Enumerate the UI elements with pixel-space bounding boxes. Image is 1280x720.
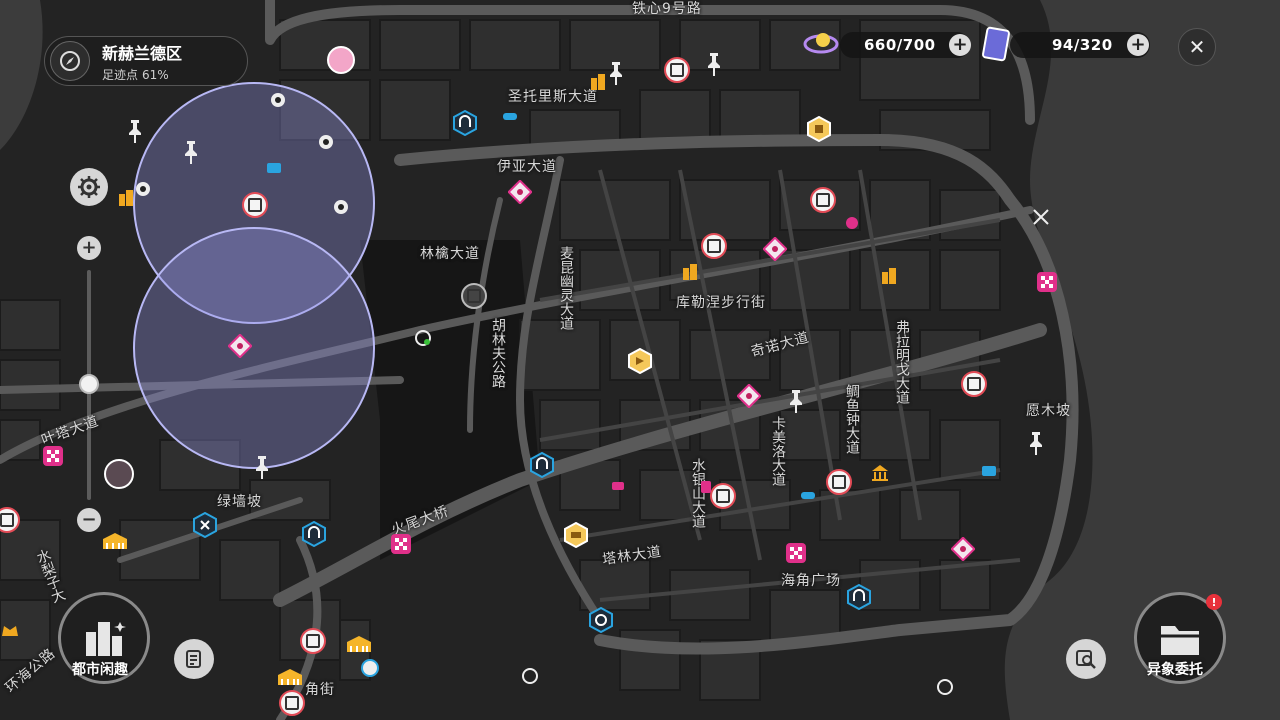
bank-marker[interactable]: [870, 463, 890, 483]
mystery-marker[interactable]: [935, 677, 955, 697]
ticket-value: 94/320: [1052, 36, 1113, 54]
npc-marker[interactable]: [228, 334, 252, 358]
subway-marker[interactable]: [588, 607, 614, 633]
ticket-icon: [981, 26, 1011, 62]
map-search-button[interactable]: [1066, 639, 1106, 679]
subway-marker[interactable]: [301, 521, 327, 547]
rocket-marker[interactable]: [810, 187, 836, 213]
gold-item-marker[interactable]: [806, 116, 832, 142]
settings-button[interactable]: [70, 168, 108, 206]
folder-icon: [1161, 626, 1199, 655]
eye-marker[interactable]: [316, 132, 336, 152]
shop-marker[interactable]: [664, 57, 690, 83]
shop-marker[interactable]: [961, 371, 987, 397]
district-panel: 新赫兰德区 足迹点 61%: [44, 36, 248, 86]
subway-marker[interactable]: [846, 584, 872, 610]
rocket-marker[interactable]: [279, 690, 305, 716]
player-avatar[interactable]: [104, 459, 134, 489]
zoom-slider-thumb[interactable]: [79, 374, 99, 394]
footprint-progress: 足迹点 61%: [102, 66, 182, 83]
repair-marker[interactable]: [979, 461, 999, 481]
race-flag-marker[interactable]: [784, 541, 808, 565]
mystery-marker[interactable]: [520, 666, 540, 686]
shop-marker[interactable]: [461, 283, 487, 309]
pushpin-icon[interactable]: [1026, 430, 1046, 456]
add-stamina-button[interactable]: +: [949, 34, 971, 56]
zoom-out-button[interactable]: −: [77, 508, 101, 532]
npc-marker[interactable]: [951, 537, 975, 561]
compass-button[interactable]: [50, 41, 90, 81]
close-icon: ✕: [1188, 35, 1206, 59]
close-button[interactable]: ✕: [1178, 28, 1216, 66]
building-marker[interactable]: [588, 72, 608, 92]
eye-marker[interactable]: [268, 90, 288, 110]
car-marker[interactable]: [798, 485, 818, 505]
notepad-icon: [186, 650, 201, 668]
race-flag-marker[interactable]: [41, 444, 65, 468]
cross-sword-marker[interactable]: [1031, 207, 1051, 227]
building-marker[interactable]: [680, 262, 700, 282]
race-flag-marker[interactable]: [1035, 270, 1059, 294]
character-avatar[interactable]: [327, 46, 355, 74]
subway-marker[interactable]: [529, 452, 555, 478]
gear-icon: [78, 176, 100, 198]
shop-marker[interactable]: [701, 233, 727, 259]
add-ticket-button[interactable]: +: [1127, 34, 1149, 56]
pushpin-icon[interactable]: [786, 388, 806, 414]
compass-icon: [60, 51, 80, 71]
gold-shop-marker[interactable]: [345, 632, 373, 656]
pushpin-icon[interactable]: [252, 454, 272, 480]
npc-marker[interactable]: [508, 180, 532, 204]
eye-marker[interactable]: [331, 197, 351, 217]
shop-marker[interactable]: [826, 469, 852, 495]
zoom-in-button[interactable]: +: [77, 236, 101, 260]
gold-shop-marker[interactable]: [101, 529, 129, 553]
pink-marker[interactable]: [842, 213, 862, 233]
eye-marker[interactable]: [133, 179, 153, 199]
stamina-icon: [803, 28, 839, 60]
pushpin-icon[interactable]: [606, 60, 626, 86]
subway-marker[interactable]: [192, 512, 218, 538]
npc-marker[interactable]: [737, 384, 761, 408]
pushpin-icon[interactable]: [125, 118, 145, 144]
district-name: 新赫兰德区: [102, 43, 183, 63]
stamina-value: 660/700: [864, 36, 936, 54]
footprint-label: 足迹点: [102, 67, 139, 82]
magnifier-icon: [1076, 650, 1096, 669]
building-marker[interactable]: [879, 266, 899, 286]
gold-item-marker[interactable]: [627, 348, 653, 374]
pink-marker[interactable]: [696, 477, 716, 497]
pushpin-icon[interactable]: [181, 139, 201, 165]
pushpin-icon[interactable]: [704, 51, 724, 77]
city-fun-label: 都市闲趣: [72, 662, 128, 678]
race-flag-marker[interactable]: [389, 532, 413, 556]
repair-marker[interactable]: [264, 158, 284, 178]
notification-badge: !: [1206, 594, 1222, 610]
gold-crown-marker[interactable]: [0, 620, 20, 640]
blue-marker[interactable]: [360, 658, 380, 678]
mystery-marker[interactable]: [413, 328, 433, 348]
notes-button[interactable]: [174, 639, 214, 679]
anomaly-commission-label: 异象委托: [1147, 662, 1203, 678]
gold-item-marker[interactable]: [563, 522, 589, 548]
pink-marker[interactable]: [608, 476, 628, 496]
shop-marker[interactable]: [300, 628, 326, 654]
npc-marker[interactable]: [763, 237, 787, 261]
subway-marker[interactable]: [452, 110, 478, 136]
shop-marker[interactable]: [242, 192, 268, 218]
gold-shop-marker[interactable]: [276, 665, 304, 689]
footprint-percent: 61%: [142, 67, 169, 82]
car-marker[interactable]: [500, 106, 520, 126]
city-buildings-icon: [86, 622, 126, 656]
